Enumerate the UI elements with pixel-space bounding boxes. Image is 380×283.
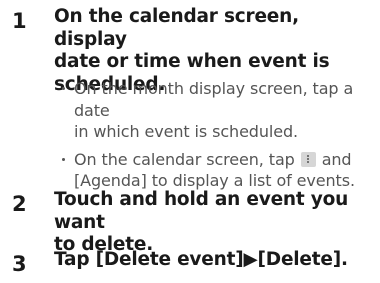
note-text: On the calendar screen, tap (74, 149, 300, 169)
note-item: On the month display screen, tap a date … (62, 78, 374, 143)
step-1-notes: On the month display screen, tap a date … (62, 78, 374, 198)
menu-dots-icon (300, 151, 316, 167)
step-number: 2 (12, 192, 27, 216)
note-line: in which event is scheduled. (74, 122, 299, 141)
step-number: 3 (12, 252, 27, 276)
note-line: On the calendar screen, tap and (74, 149, 374, 171)
step-title-line: Touch and hold an event you want (54, 189, 349, 233)
step-title-line: Tap [Delete event]▶[Delete]. (54, 249, 348, 270)
step-title-line: date or time when event is (54, 51, 330, 72)
step-title: Tap [Delete event]▶[Delete]. (54, 249, 374, 272)
note-item: On the calendar screen, tap and [Agenda]… (62, 149, 374, 192)
step-title: Touch and hold an event you want to dele… (54, 189, 374, 257)
step-title-line: On the calendar screen, display (54, 6, 299, 50)
note-line: On the month display screen, tap a date (74, 79, 354, 120)
step-number: 1 (12, 9, 27, 33)
note-text: and (316, 149, 352, 169)
